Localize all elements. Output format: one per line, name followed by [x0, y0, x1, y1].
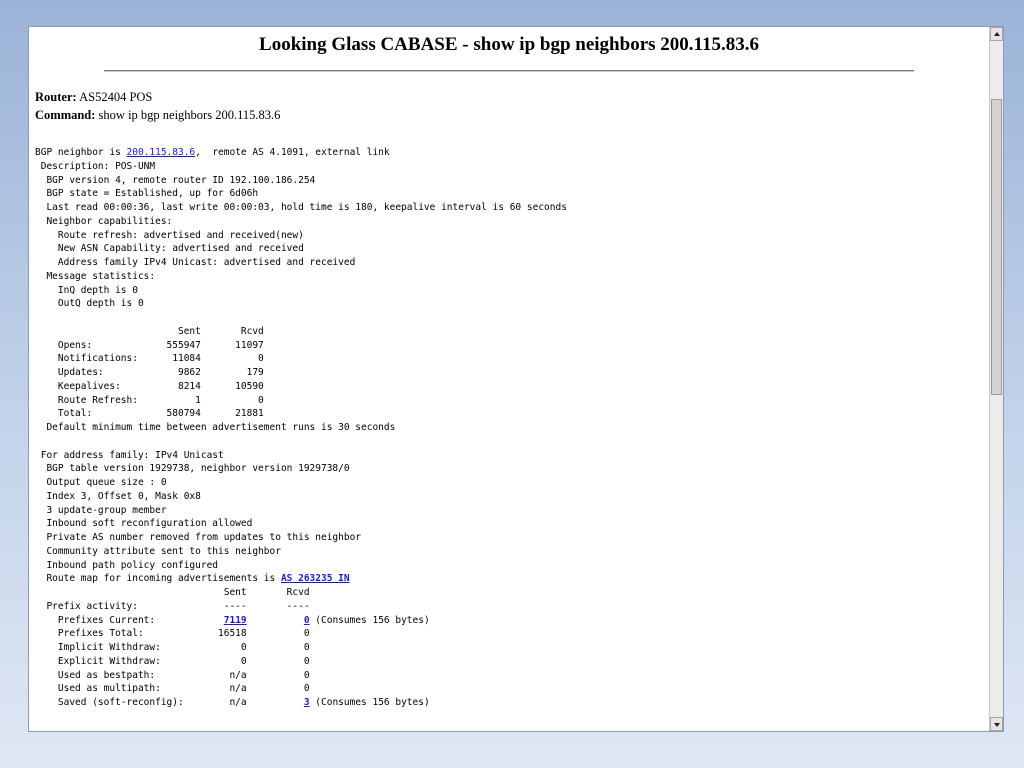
vertical-scrollbar[interactable] [989, 27, 1003, 731]
command-value: show ip bgp neighbors 200.115.83.6 [95, 108, 281, 122]
output-text: Description: POS-UNM BGP version 4, remo… [40, 160, 567, 585]
bgp-output: BGP neighbor is 200.115.83.6, remote AS … [35, 146, 989, 710]
output-text: , remote AS 4.1091, external link [195, 147, 390, 158]
page-content: Looking Glass CABASE - show ip bgp neigh… [29, 27, 989, 731]
scroll-up-button[interactable] [990, 27, 1003, 41]
title-divider [104, 70, 914, 72]
scrollbar-thumb[interactable] [991, 99, 1002, 395]
route-map-link[interactable]: AS 263235 IN [281, 573, 350, 584]
output-text: (Consumes 156 bytes) [309, 697, 430, 708]
arrow-down-icon [994, 723, 1000, 727]
command-line: Command: show ip bgp neighbors 200.115.8… [35, 106, 989, 124]
prefixes-current-sent-link[interactable]: 7119 [224, 615, 247, 626]
output-text: (Consumes 156 bytes) Prefixes Total: 165… [57, 614, 430, 709]
output-text: BGP neighbor is [35, 147, 127, 158]
neighbor-ip-link[interactable]: 200.115.83.6 [127, 147, 196, 158]
browser-window: Looking Glass CABASE - show ip bgp neigh… [28, 26, 1004, 732]
page-title: Looking Glass CABASE - show ip bgp neigh… [259, 34, 759, 55]
arrow-up-icon [994, 32, 1000, 36]
router-line: Router: AS52404 POS [35, 88, 989, 106]
command-label: Command: [35, 108, 96, 122]
router-label: Router: [35, 90, 77, 104]
router-value: AS52404 POS [76, 90, 153, 104]
scroll-down-button[interactable] [990, 717, 1003, 731]
